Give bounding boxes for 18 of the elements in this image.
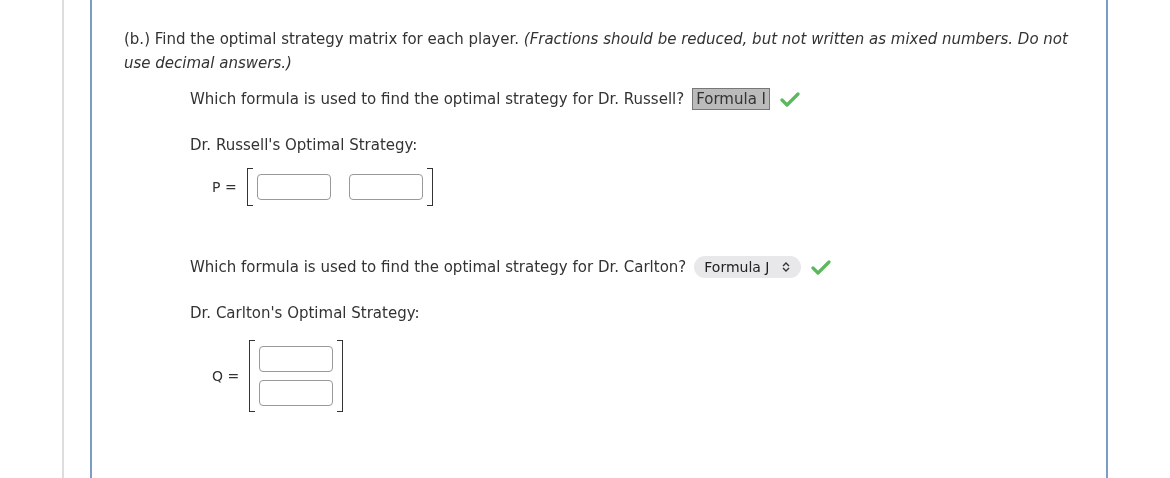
strategy-label: Dr. Russell's Optimal Strategy: (190, 136, 419, 154)
question-text: Which formula is used to find the optimal strategy for Dr. Carlton? (190, 258, 687, 276)
answer-field[interactable] (259, 380, 334, 406)
bracket (426, 168, 433, 206)
bracket (246, 168, 253, 206)
matrix-name: Q = (212, 368, 240, 384)
instructions-text: (b.) Find the optimal strategy matrix for each player. (Fractions should be reduced, but not written as mixed numbers. Do not use decimal answers.) (124, 29, 1070, 74)
answer-field[interactable] (348, 174, 423, 200)
answer-value: Formula I (692, 88, 771, 110)
matrix-name: P = (212, 179, 237, 195)
question-text: Which formula is used to find the optimal strategy for Dr. Russell? (190, 90, 685, 108)
bracket (337, 340, 344, 412)
strategy-label: Dr. Carlton's Optimal Strategy: (190, 304, 421, 322)
formula-dropdown[interactable]: Formula J (694, 256, 802, 278)
answer-field[interactable] (256, 174, 331, 200)
answer-field[interactable] (259, 346, 334, 372)
chevron-icon (781, 261, 792, 273)
bracket (249, 340, 256, 412)
